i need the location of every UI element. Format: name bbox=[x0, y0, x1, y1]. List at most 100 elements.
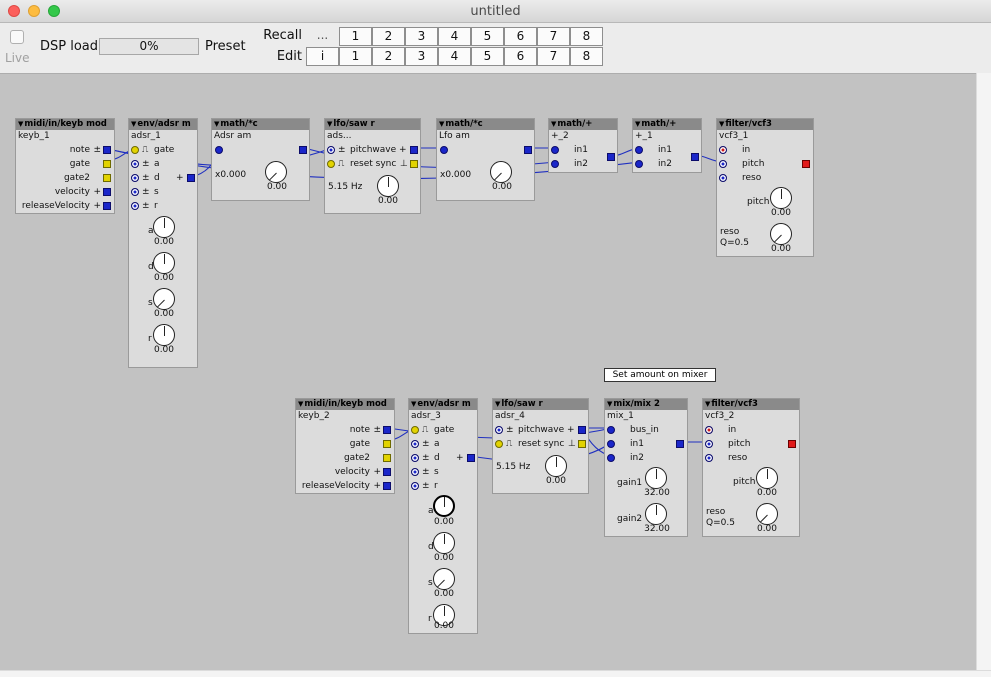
knob-a[interactable] bbox=[153, 216, 175, 238]
module-keyb-2[interactable]: ▼midi/in/keyb mod keyb_2 note ± gate gat… bbox=[295, 398, 395, 494]
knob-pitch[interactable] bbox=[770, 187, 792, 209]
knob-reso[interactable] bbox=[770, 223, 792, 245]
recall-preset-button[interactable]: 4 bbox=[438, 27, 471, 46]
recall-preset-button[interactable]: 7 bbox=[537, 27, 570, 46]
inlet-in[interactable] bbox=[719, 146, 727, 154]
outlet-note[interactable] bbox=[103, 146, 111, 154]
knob-reso[interactable] bbox=[756, 503, 778, 525]
patch-canvas[interactable]: ▼midi/in/keyb mod keyb_1 note ± gate gat… bbox=[0, 73, 976, 670]
inlet-in2[interactable] bbox=[607, 454, 615, 462]
outlet-wave[interactable] bbox=[410, 146, 418, 154]
patch-comment[interactable]: Set amount on mixer bbox=[604, 368, 716, 382]
inlet-a[interactable] bbox=[411, 440, 419, 448]
module-adsr-1[interactable]: ▼env/adsr m adsr_1 ⎍ gate ± a ± d + ± s … bbox=[128, 118, 198, 368]
knob-amount[interactable] bbox=[265, 161, 287, 183]
inlet-in[interactable] bbox=[215, 146, 223, 154]
inlet-a[interactable] bbox=[131, 160, 139, 168]
inlet-gate[interactable] bbox=[411, 426, 419, 434]
knob-frequency[interactable] bbox=[377, 175, 399, 197]
inlet-pitch[interactable] bbox=[327, 146, 335, 154]
inlet-reso[interactable] bbox=[719, 174, 727, 182]
module-lfo-saw-1[interactable]: ▼lfo/saw r ads... ± pitchwave + ⎍ reset … bbox=[324, 118, 421, 214]
knob-s[interactable] bbox=[153, 288, 175, 310]
outlet-out[interactable] bbox=[607, 153, 615, 161]
live-checkbox[interactable] bbox=[10, 30, 24, 44]
edit-preset-button[interactable]: 5 bbox=[471, 47, 504, 66]
module-math-mulc-1[interactable]: ▼math/*c Adsr am x0.000 0.00 bbox=[211, 118, 310, 201]
outlet-out[interactable] bbox=[691, 153, 699, 161]
module-mix-2[interactable]: ▼mix/mix 2 mix_1 bus_in in1 in2 gain1 32… bbox=[604, 398, 688, 537]
edit-preset-button[interactable]: 1 bbox=[339, 47, 372, 66]
outlet-out[interactable] bbox=[676, 440, 684, 448]
inlet-bus-in[interactable] bbox=[607, 426, 615, 434]
edit-preset-button[interactable]: 8 bbox=[570, 47, 603, 66]
inlet-s[interactable] bbox=[131, 188, 139, 196]
inlet-in1[interactable] bbox=[607, 440, 615, 448]
inlet-in1[interactable] bbox=[551, 146, 559, 154]
module-filter-vcf3-1[interactable]: ▼filter/vcf3 vcf3_1 in pitch reso pitch … bbox=[716, 118, 814, 257]
edit-preset-button[interactable]: 6 bbox=[504, 47, 537, 66]
inlet-in[interactable] bbox=[440, 146, 448, 154]
knob-a[interactable] bbox=[433, 495, 455, 517]
module-math-add-1[interactable]: ▼math/+ +_1 in1 in2 bbox=[632, 118, 702, 173]
knob-d[interactable] bbox=[153, 252, 175, 274]
edit-info-button[interactable]: i bbox=[306, 47, 339, 66]
inlet-d[interactable] bbox=[411, 454, 419, 462]
module-filter-vcf3-2[interactable]: ▼filter/vcf3 vcf3_2 in pitch reso pitch … bbox=[702, 398, 800, 537]
knob-amount[interactable] bbox=[490, 161, 512, 183]
module-math-add-2[interactable]: ▼math/+ +_2 in1 in2 bbox=[548, 118, 618, 173]
module-lfo-saw-2[interactable]: ▼lfo/saw r adsr_4 ± pitchwave + ⎍ reset … bbox=[492, 398, 589, 494]
module-adsr-3[interactable]: ▼env/adsr m adsr_3 ⎍ gate ± a ± d + ± s … bbox=[408, 398, 478, 634]
edit-preset-button[interactable]: 7 bbox=[537, 47, 570, 66]
recall-preset-button[interactable]: 2 bbox=[372, 27, 405, 46]
outlet-gate2[interactable] bbox=[383, 454, 391, 462]
recall-preset-button[interactable]: 8 bbox=[570, 27, 603, 46]
outlet-env[interactable] bbox=[467, 454, 475, 462]
inlet-d[interactable] bbox=[131, 174, 139, 182]
horizontal-scrollbar[interactable] bbox=[0, 670, 991, 677]
outlet-out[interactable] bbox=[788, 440, 796, 448]
outlet-out[interactable] bbox=[299, 146, 307, 154]
edit-preset-button[interactable]: 2 bbox=[372, 47, 405, 66]
module-math-mulc-2[interactable]: ▼math/*c Lfo am x0.000 0.00 bbox=[436, 118, 535, 201]
inlet-reset[interactable] bbox=[327, 160, 335, 168]
inlet-pitch[interactable] bbox=[719, 160, 727, 168]
inlet-pitch[interactable] bbox=[495, 426, 503, 434]
inlet-in2[interactable] bbox=[551, 160, 559, 168]
outlet-velocity[interactable] bbox=[383, 468, 391, 476]
inlet-in2[interactable] bbox=[635, 160, 643, 168]
outlet-gate[interactable] bbox=[103, 160, 111, 168]
outlet-gate2[interactable] bbox=[103, 174, 111, 182]
outlet-gate[interactable] bbox=[383, 440, 391, 448]
inlet-r[interactable] bbox=[411, 482, 419, 490]
outlet-sync[interactable] bbox=[578, 440, 586, 448]
inlet-reset[interactable] bbox=[495, 440, 503, 448]
inlet-r[interactable] bbox=[131, 202, 139, 210]
inlet-in[interactable] bbox=[705, 426, 713, 434]
inlet-pitch[interactable] bbox=[705, 440, 713, 448]
knob-gain2[interactable] bbox=[645, 503, 667, 525]
outlet-release-velocity[interactable] bbox=[383, 482, 391, 490]
outlet-env[interactable] bbox=[187, 174, 195, 182]
outlet-release-velocity[interactable] bbox=[103, 202, 111, 210]
outlet-wave[interactable] bbox=[578, 426, 586, 434]
recall-preset-button[interactable]: 1 bbox=[339, 27, 372, 46]
inlet-reso[interactable] bbox=[705, 454, 713, 462]
knob-frequency[interactable] bbox=[545, 455, 567, 477]
outlet-out[interactable] bbox=[524, 146, 532, 154]
inlet-s[interactable] bbox=[411, 468, 419, 476]
edit-preset-button[interactable]: 4 bbox=[438, 47, 471, 66]
recall-preset-button[interactable]: 5 bbox=[471, 27, 504, 46]
knob-pitch[interactable] bbox=[756, 467, 778, 489]
vertical-scrollbar[interactable] bbox=[976, 73, 991, 670]
outlet-sync[interactable] bbox=[410, 160, 418, 168]
recall-preset-button[interactable]: 3 bbox=[405, 27, 438, 46]
inlet-in1[interactable] bbox=[635, 146, 643, 154]
inlet-gate[interactable] bbox=[131, 146, 139, 154]
knob-d[interactable] bbox=[433, 532, 455, 554]
module-keyb-1[interactable]: ▼midi/in/keyb mod keyb_1 note ± gate gat… bbox=[15, 118, 115, 214]
knob-s[interactable] bbox=[433, 568, 455, 590]
recall-preset-button[interactable]: 6 bbox=[504, 27, 537, 46]
knob-r[interactable] bbox=[153, 324, 175, 346]
recall-more-button[interactable]: ... bbox=[306, 27, 339, 46]
